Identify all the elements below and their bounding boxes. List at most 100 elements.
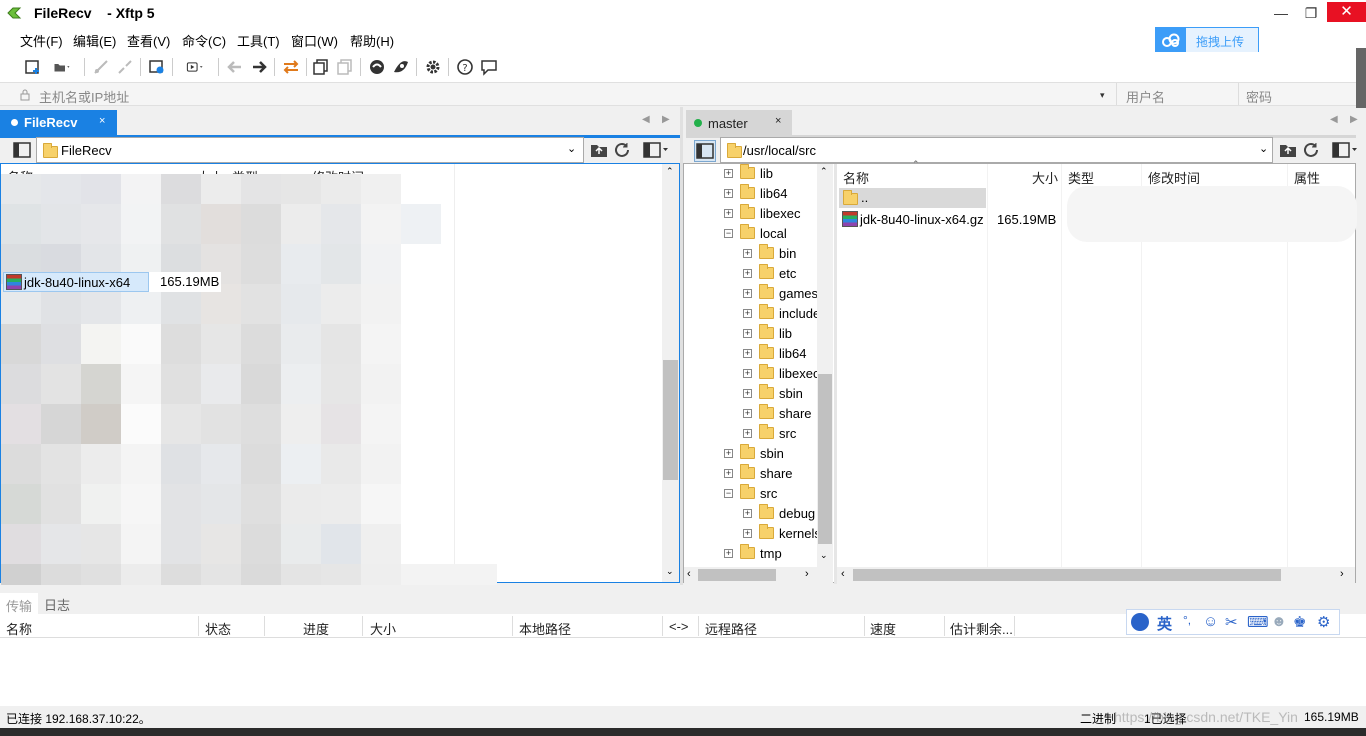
menu-window[interactable]: 窗口(W): [291, 31, 338, 50]
tree-node[interactable]: + share: [743, 403, 812, 423]
menu-file[interactable]: 文件(F): [20, 31, 63, 50]
tree-node[interactable]: + lib: [724, 164, 773, 183]
ime-skin-icon[interactable]: ♚: [1293, 613, 1306, 631]
menu-tools[interactable]: 工具(T): [237, 31, 280, 50]
host-input[interactable]: 主机名或IP地址: [39, 87, 129, 106]
expand-icon[interactable]: +: [724, 208, 733, 218]
expand-icon[interactable]: +: [724, 188, 733, 198]
back-arrow-icon[interactable]: [224, 56, 246, 78]
tree-node[interactable]: + etc: [743, 263, 796, 283]
scroll-thumb[interactable]: [818, 374, 832, 544]
view-mode-icon[interactable]: [643, 142, 669, 161]
tree-node[interactable]: − local: [724, 223, 787, 243]
expand-icon[interactable]: +: [743, 388, 752, 398]
col-modified[interactable]: 修改时间: [1148, 168, 1200, 187]
ime-user-icon[interactable]: ☻: [1271, 613, 1287, 630]
tree-node[interactable]: + tmp: [724, 543, 782, 563]
left-path-combo[interactable]: FileRecv ⌄: [36, 137, 584, 163]
refresh-icon[interactable]: [614, 142, 632, 161]
tree-node[interactable]: + share: [724, 463, 793, 483]
menu-help[interactable]: 帮助(H): [350, 31, 394, 50]
tab-scroll-right-icon[interactable]: ▶: [662, 114, 670, 125]
tree-hscrollbar[interactable]: ‹ ›: [684, 567, 833, 583]
close-button[interactable]: ✕: [1327, 2, 1366, 22]
scroll-thumb[interactable]: [663, 360, 678, 480]
forward-arrow-icon[interactable]: [248, 56, 270, 78]
tab-close-icon[interactable]: ×: [99, 115, 105, 127]
menu-edit[interactable]: 编辑(E): [73, 31, 116, 50]
tree-node[interactable]: + include: [743, 303, 820, 323]
expand-icon[interactable]: +: [743, 368, 752, 378]
tab-close-icon[interactable]: ×: [775, 115, 781, 127]
tree-node[interactable]: + sbin: [743, 383, 803, 403]
tree-node[interactable]: + sbin: [724, 443, 784, 463]
collapse-icon[interactable]: −: [724, 228, 733, 238]
ime-keyboard-icon[interactable]: ⌨: [1247, 613, 1269, 631]
tab-scroll-left-icon[interactable]: ◀: [1330, 114, 1338, 125]
expand-icon[interactable]: +: [743, 348, 752, 358]
menu-view[interactable]: 查看(V): [127, 31, 170, 50]
scroll-thumb[interactable]: [853, 569, 1281, 581]
folder-tree[interactable]: + lib + lib64 + libexec − local + bin + etc + games + i…: [684, 164, 834, 567]
tab-filerecv[interactable]: FileRecv ×: [0, 110, 117, 135]
tree-node[interactable]: + bin: [743, 243, 796, 263]
ime-punct-icon[interactable]: °,: [1183, 613, 1191, 627]
collapse-icon[interactable]: −: [724, 488, 733, 498]
scroll-up-icon[interactable]: ⌃: [820, 166, 828, 177]
xshell-icon[interactable]: [366, 56, 388, 78]
ime-scissors-icon[interactable]: ✂: [1225, 613, 1238, 631]
ime-logo-icon[interactable]: [1131, 613, 1149, 631]
col-name[interactable]: 名称: [843, 168, 869, 187]
left-vscrollbar[interactable]: ⌃ ⌄: [662, 164, 679, 582]
view-mode-icon[interactable]: [1332, 142, 1358, 161]
queue-col-speed[interactable]: 速度: [870, 619, 896, 638]
scroll-up-icon[interactable]: ⌃: [666, 166, 674, 177]
expand-icon[interactable]: +: [743, 308, 752, 318]
parent-folder-icon[interactable]: [590, 142, 608, 161]
expand-icon[interactable]: +: [743, 528, 752, 538]
new-session-icon[interactable]: [22, 56, 44, 78]
open-folder-icon[interactable]: [46, 56, 78, 78]
queue-list[interactable]: [0, 638, 1366, 706]
refresh-icon[interactable]: [1303, 142, 1321, 161]
tree-node[interactable]: + libexec: [743, 363, 819, 383]
ime-settings-icon[interactable]: ⚙: [1317, 613, 1330, 631]
queue-col-remote-path[interactable]: 远程路径: [705, 619, 757, 638]
scroll-left-icon[interactable]: ‹: [687, 568, 691, 580]
panel-splitter[interactable]: [680, 107, 683, 585]
tab-master[interactable]: master ×: [686, 110, 792, 135]
file-hscrollbar[interactable]: ‹ ›: [837, 567, 1355, 583]
xmanager-icon[interactable]: [390, 56, 412, 78]
expand-icon[interactable]: +: [743, 328, 752, 338]
gear-icon[interactable]: [422, 56, 444, 78]
host-dropdown-icon[interactable]: ▾: [1100, 90, 1105, 101]
tree-node[interactable]: + libexec: [724, 203, 800, 223]
transfer-icon[interactable]: [178, 56, 212, 78]
chevron-down-icon[interactable]: ⌄: [567, 142, 576, 155]
chevron-down-icon[interactable]: ⌄: [1259, 142, 1268, 155]
right-path-combo[interactable]: /usr/local/src ⌄: [720, 137, 1273, 163]
left-file-list[interactable]: 名称 大小 类型 修改时间 jdk-8u40-linux-x64 165.19M…: [0, 163, 680, 604]
scroll-down-icon[interactable]: ⌄: [666, 566, 674, 577]
paste-icon[interactable]: [334, 56, 356, 78]
tree-node[interactable]: + src: [743, 423, 796, 443]
expand-icon[interactable]: +: [743, 428, 752, 438]
expand-icon[interactable]: +: [743, 268, 752, 278]
scroll-right-icon[interactable]: ›: [1340, 568, 1344, 580]
expand-icon[interactable]: +: [743, 248, 752, 258]
tab-transfer[interactable]: 传输: [0, 593, 38, 615]
tab-scroll-right-icon[interactable]: ▶: [1350, 114, 1358, 125]
session-properties-icon[interactable]: [146, 56, 168, 78]
transfer-mode[interactable]: 二进制: [1080, 710, 1116, 727]
scroll-thumb[interactable]: [698, 569, 776, 581]
scroll-left-icon[interactable]: ‹: [841, 568, 845, 580]
queue-col-status[interactable]: 状态: [205, 619, 231, 638]
queue-col-name[interactable]: 名称: [6, 619, 32, 638]
connect-icon[interactable]: [90, 56, 112, 78]
tree-node[interactable]: + lib64: [743, 343, 806, 363]
menu-command[interactable]: 命令(C): [182, 31, 226, 50]
queue-col-local-path[interactable]: 本地路径: [519, 619, 571, 638]
panel-toggle-icon[interactable]: [13, 142, 31, 158]
tab-scroll-left-icon[interactable]: ◀: [642, 114, 650, 125]
ime-emoji-icon[interactable]: ☺: [1203, 613, 1218, 630]
